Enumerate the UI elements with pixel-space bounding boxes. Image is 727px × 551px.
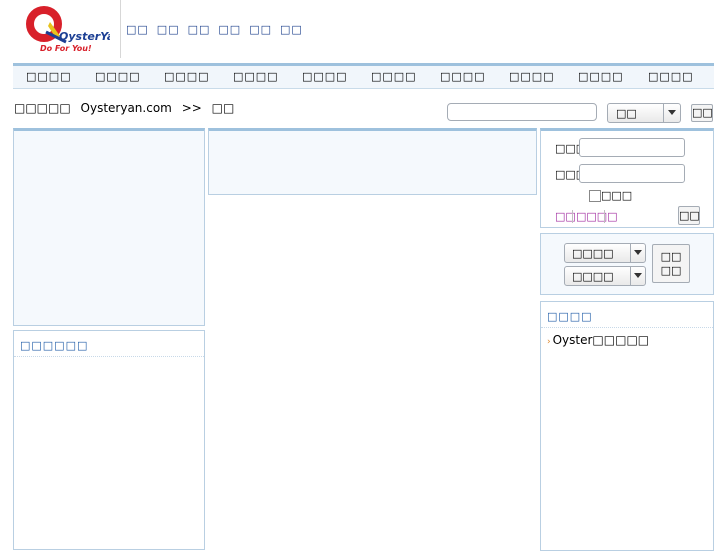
quick-go-button-line1: □□ — [660, 250, 682, 263]
nav-item-5[interactable]: □□□□ — [302, 70, 348, 83]
top-link-1[interactable]: □□ — [126, 23, 149, 36]
search-category-dropdown[interactable] — [663, 104, 680, 122]
nav-item-4[interactable]: □□□□ — [233, 70, 279, 83]
top-link-4[interactable]: □□ — [218, 23, 241, 36]
search-category-select[interactable]: □□ — [607, 103, 681, 123]
search-input[interactable] — [447, 103, 597, 121]
breadcrumb: □□□□□ Oysteryan.com >> □□ — [14, 101, 240, 115]
remember-me-label: □□□ — [601, 189, 633, 202]
panel-heading-divider — [14, 356, 204, 357]
remember-me-checkbox[interactable] — [589, 190, 601, 202]
top-link-5[interactable]: □□ — [249, 23, 272, 36]
quick-select-1-value: □□□□ — [572, 247, 614, 260]
left-top-panel — [13, 128, 205, 326]
username-input[interactable] — [579, 138, 685, 157]
friend-link-item[interactable]: › Oyster□□□□□ — [547, 333, 649, 347]
panel-heading-divider — [541, 327, 713, 328]
password-input[interactable] — [579, 164, 685, 183]
chevron-down-icon — [668, 110, 676, 115]
friend-links-heading: □□□□ — [547, 310, 593, 323]
friend-link-label: Oyster□□□□□ — [552, 333, 650, 347]
nav-item-8[interactable]: □□□□ — [509, 70, 555, 83]
top-links: □□ □□ □□ □□ □□ □□ — [126, 23, 303, 36]
search-button[interactable]: □□ — [691, 104, 713, 122]
friend-links-panel: □□□□ › Oyster□□□□□ — [540, 301, 714, 551]
left-bottom-panel-heading: □□□□□□ — [20, 339, 89, 352]
top-link-6[interactable]: □□ — [280, 23, 303, 36]
breadcrumb-current: □□ — [211, 101, 235, 115]
quick-select-2-dropdown[interactable] — [630, 267, 645, 285]
chevron-down-icon — [634, 273, 642, 278]
top-link-3[interactable]: □□ — [188, 23, 211, 36]
site-logo[interactable]: OysterYan Do For You! — [26, 6, 122, 54]
left-bottom-panel: □□□□□□ — [13, 330, 205, 550]
nav-item-6[interactable]: □□□□ — [371, 70, 417, 83]
nav-item-10[interactable]: □□□□ — [648, 70, 694, 83]
nav-item-3[interactable]: □□□□ — [164, 70, 210, 83]
breadcrumb-prefix: □□□□□ — [14, 101, 71, 115]
login-panel: □□□ □□□ □□□ □□ □□□□ □□ — [540, 128, 714, 228]
quick-select-2-value: □□□□ — [572, 270, 614, 283]
header-divider — [120, 0, 121, 58]
logo-graphic: OysterYan Do For You! — [26, 6, 122, 53]
link-separator — [572, 210, 573, 223]
quick-select-panel: □□□□ □□□□ □□ □□ — [540, 233, 714, 295]
chevron-down-icon — [634, 250, 642, 255]
quick-select-2[interactable]: □□□□ — [564, 266, 646, 286]
main-nav: □□□□ □□□□ □□□□ □□□□ □□□□ □□□□ □□□□ □□□□ … — [13, 63, 714, 89]
breadcrumb-site-link[interactable]: Oysteryan.com — [81, 101, 172, 115]
nav-item-1[interactable]: □□□□ — [26, 70, 72, 83]
login-button[interactable]: □□ — [678, 206, 700, 225]
forgot-password-link[interactable]: □□□□ — [576, 210, 618, 223]
nav-item-9[interactable]: □□□□ — [578, 70, 624, 83]
quick-select-1-dropdown[interactable] — [630, 244, 645, 262]
breadcrumb-separator: >> — [181, 101, 202, 115]
quick-go-button-line2: □□ — [660, 264, 682, 277]
link-separator — [604, 210, 605, 223]
nav-item-2[interactable]: □□□□ — [95, 70, 141, 83]
nav-item-7[interactable]: □□□□ — [440, 70, 486, 83]
center-top-panel — [208, 128, 537, 195]
bullet-arrow-icon: › — [547, 337, 551, 347]
logo-slogan: Do For You! — [40, 44, 92, 53]
top-link-2[interactable]: □□ — [157, 23, 180, 36]
logo-brand-text: OysterYan — [59, 30, 110, 43]
quick-go-button[interactable]: □□ □□ — [652, 244, 690, 283]
quick-select-1[interactable]: □□□□ — [564, 243, 646, 263]
search-category-value: □□ — [616, 107, 637, 120]
